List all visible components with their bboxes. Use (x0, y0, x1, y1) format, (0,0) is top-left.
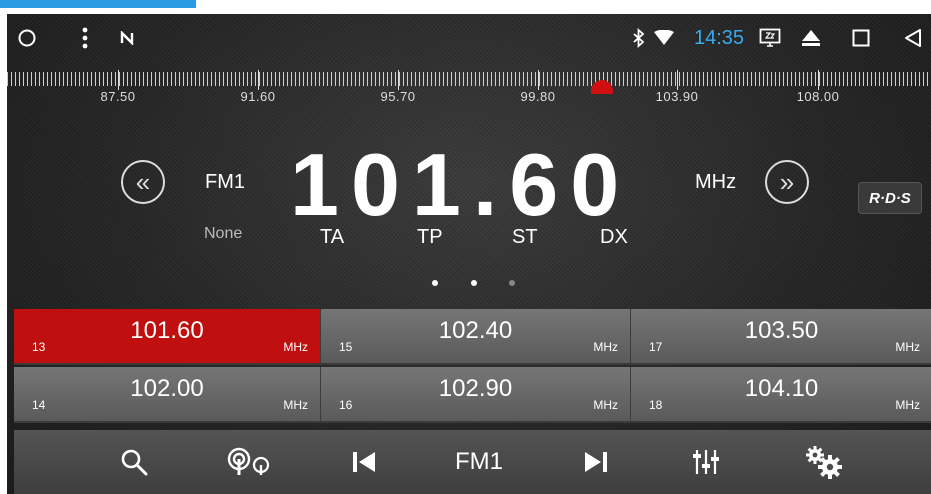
scale-label: 91.60 (240, 89, 276, 104)
bluetooth-icon (629, 14, 649, 62)
preset-unit: MHz (895, 340, 920, 354)
scale-label: 87.50 (100, 89, 136, 104)
preset-frequency: 103.50 (744, 317, 819, 344)
preset-frequency: 101.60 (130, 317, 204, 344)
frequency-unit: MHz (695, 171, 737, 193)
previous-track-icon (353, 452, 375, 472)
eject-icon[interactable] (799, 14, 823, 62)
preset-unit: MHz (895, 398, 920, 412)
preset-frequency: 102.40 (438, 317, 513, 344)
rds-button[interactable]: R·D·S (858, 182, 922, 214)
local-distance-button[interactable] (219, 430, 279, 494)
preset-13[interactable]: 13 101.60 MHz (14, 309, 321, 365)
scale-major-tick (258, 70, 259, 90)
settings-button[interactable] (802, 430, 846, 494)
scale-major-tick (677, 70, 678, 90)
wifi-icon (653, 14, 675, 62)
ta-indicator: TA (320, 226, 345, 248)
scale-label: 108.00 (796, 89, 840, 104)
notification-n-icon (117, 14, 137, 62)
preset-unit: MHz (593, 398, 618, 412)
scale-major-tick (398, 70, 399, 90)
scale-label: 95.70 (380, 89, 416, 104)
preset-frequency: 104.10 (744, 375, 819, 402)
preset-18[interactable]: 18 104.10 MHz (631, 367, 931, 423)
search-button[interactable] (109, 430, 159, 494)
pty-label: None (204, 225, 243, 242)
page-dot-active (471, 280, 477, 286)
frequency-display: 101.60 (290, 135, 632, 234)
menu-dots-icon[interactable] (75, 14, 95, 62)
dx-indicator: DX (600, 226, 628, 248)
radio-screen: 14:35 87.50 91.60 95.70 99.80 103.90 108… (7, 14, 931, 494)
search-icon (121, 449, 148, 476)
back-icon[interactable] (901, 14, 925, 62)
preset-16[interactable]: 16 102.90 MHz (321, 367, 631, 423)
preset-14[interactable]: 14 102.00 MHz (14, 367, 321, 423)
scale-major-tick (538, 70, 539, 90)
double-chevron-left-icon: « (135, 166, 151, 197)
preset-frequency: 102.90 (438, 375, 513, 402)
preset-unit: MHz (593, 340, 618, 354)
screen-sleep-icon (757, 14, 783, 62)
st-indicator: ST (512, 226, 538, 248)
preset-17[interactable]: 17 103.50 MHz (631, 309, 931, 365)
previous-button[interactable] (344, 430, 384, 494)
home-circle-icon[interactable] (15, 14, 39, 62)
band-label: FM1 (205, 171, 245, 193)
top-accent-strip (0, 0, 196, 8)
preset-unit: MHz (283, 340, 308, 354)
status-bar: 14:35 (7, 14, 931, 62)
scale-label: 99.80 (520, 89, 556, 104)
preset-15[interactable]: 15 102.40 MHz (321, 309, 631, 365)
frequency-scale[interactable]: 87.50 91.60 95.70 99.80 103.90 108.00 (7, 62, 931, 122)
preset-unit: MHz (283, 398, 308, 412)
double-chevron-right-icon: » (779, 166, 795, 197)
next-button[interactable] (576, 430, 616, 494)
preset-grid: 13 101.60 MHz 15 102.40 MHz 17 103.50 MH… (14, 309, 931, 425)
seek-down-button[interactable]: « (121, 160, 165, 204)
band-button[interactable]: FM1 (444, 430, 514, 494)
bottom-toolbar: FM1 (14, 430, 931, 494)
scale-label: 103.90 (655, 89, 699, 104)
preset-frequency: 102.00 (130, 375, 204, 402)
status-time: 14:35 (693, 26, 745, 49)
recent-apps-icon[interactable] (849, 14, 873, 62)
scale-ticks (7, 72, 931, 86)
scale-major-tick (118, 70, 119, 90)
page-dot (432, 280, 438, 286)
seek-up-button[interactable]: » (765, 160, 809, 204)
antenna-icon (227, 447, 270, 475)
equalizer-button[interactable] (686, 430, 726, 494)
equalizer-icon (693, 450, 719, 474)
page-dot (509, 280, 515, 286)
settings-icon (806, 446, 842, 479)
tp-indicator: TP (417, 226, 443, 248)
next-track-icon (585, 452, 607, 472)
scale-major-tick (818, 70, 819, 90)
